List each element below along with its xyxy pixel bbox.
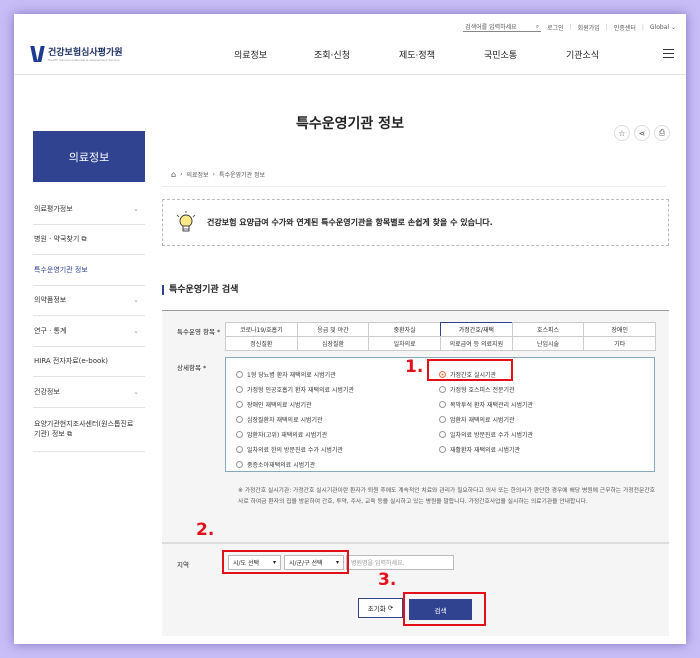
sidebar-title: 의료정보 <box>33 131 145 182</box>
cert-link[interactable]: 인증센터 <box>614 23 636 32</box>
home-icon[interactable]: ⌂ <box>171 170 176 179</box>
info-note: ※ 가정간호 실시기관: 가정간호 실시기관이란 환자가 퇴원 후에도 계속적인… <box>238 488 655 505</box>
sidebar-item-health-info[interactable]: 건강정보 ⌄ <box>33 377 145 408</box>
browser-frame: 검색어를 입력하세요 ⌕ 로그인 | 회원가입 | 인증센터 | Global ⌄ 건… <box>14 14 686 644</box>
print-icon[interactable]: ⎙ <box>654 125 670 141</box>
header-divider <box>14 74 686 75</box>
region-row <box>162 542 669 544</box>
type-tab-selected[interactable]: 가정간호/재택 <box>440 322 513 337</box>
detail-radio[interactable]: 심장질환자 재택의료 시범기관 <box>236 415 323 424</box>
detail-radio[interactable]: 암환자(고위) 재택의료 시범기관 <box>236 430 327 439</box>
detail-radio[interactable]: 암환자 재택의료 시범기관 <box>439 415 515 424</box>
highlight-box-1 <box>427 359 513 381</box>
region-label: 지역 <box>177 561 189 569</box>
lightbulb-icon <box>176 210 196 231</box>
breadcrumb: ⌂ › 의료정보 › 특수운영기관 정보 <box>171 170 266 179</box>
hospital-name-input[interactable]: 병원명을 입력하세요. <box>346 555 454 570</box>
refresh-icon: ⟳ <box>387 604 394 612</box>
type-tab[interactable]: 기타 <box>583 336 657 351</box>
annotation-number-3: 3. <box>378 570 397 590</box>
breadcrumb-current: 특수운영기관 정보 <box>218 172 266 179</box>
page-tools: ☆ ⋖ ⎙ <box>614 125 670 141</box>
page-title: 특수운영기관 정보 <box>296 116 404 132</box>
chevron-down-icon: ⌄ <box>133 296 139 305</box>
type-grid: 코로나19/호흡기 응급 및 야간 중환자실 가정간호/재택 호스피스 장애인 … <box>225 322 657 351</box>
sidebar-item-onestop[interactable]: 요양기관현지조사센터(원스톱진료기관) 정보 ⧉ <box>33 408 145 452</box>
chevron-down-icon: ⌄ <box>133 204 139 213</box>
signup-link[interactable]: 회원가입 <box>578 23 600 32</box>
type-tab[interactable]: 코로나19/호흡기 <box>225 322 298 337</box>
detail-radio[interactable]: 일차의료 한의 방문진료 수가 시범기관 <box>236 445 343 454</box>
type-tab[interactable]: 일차의료 <box>368 336 442 351</box>
highlight-box-2 <box>222 550 349 574</box>
search-icon[interactable]: ⌕ <box>536 23 539 31</box>
login-link[interactable]: 로그인 <box>547 23 564 32</box>
info-text: 건강보험 요양급여 수가와 연계된 특수운영기관을 항목별로 손쉽게 찾을 수 … <box>207 218 493 227</box>
top-search[interactable]: 검색어를 입력하세요 ⌕ <box>463 22 542 32</box>
sidebar-item-special-institution[interactable]: 특수운영기관 정보 <box>33 255 145 286</box>
type-label: 특수운영 항목 * <box>177 328 221 336</box>
chevron-down-icon: ⌄ <box>133 387 139 396</box>
sidebar-item-ebook[interactable]: HIRA 전자자료(e-book) <box>33 347 145 377</box>
detail-radio[interactable]: 복막투석 환자 재택관리 시범기관 <box>439 400 533 409</box>
detail-radio[interactable]: 중증소아재택의료 시범기관 <box>236 460 315 469</box>
annotation-number-2: 2. <box>196 520 215 540</box>
sidebar-item-research[interactable]: 연구 · 통계 ⌄ <box>33 316 145 347</box>
share-icon[interactable]: ⋖ <box>634 125 650 141</box>
detail-radio[interactable]: 1형 당뇨병 환자 재택의료 시범기관 <box>236 370 336 379</box>
global-link[interactable]: Global ⌄ <box>650 24 676 31</box>
sidebar-item-drug-info[interactable]: 의약품정보 ⌄ <box>33 286 145 316</box>
detail-radio[interactable]: 일차의료 방문진료 수가 시범기관 <box>439 430 533 439</box>
type-tab[interactable]: 중환자실 <box>368 322 442 337</box>
sidebar: 의료평가정보 ⌄ 병원 · 약국찾기 ⧉ 특수운영기관 정보 의약품정보 ⌄ 연구 … <box>33 194 145 452</box>
sidebar-item-hospital-search[interactable]: 병원 · 약국찾기 ⧉ <box>33 225 145 255</box>
detail-label: 상세항목 * <box>177 364 207 372</box>
hamburger-menu-icon[interactable] <box>663 49 674 58</box>
detail-radio[interactable]: 재활환자 재택의료 시범기관 <box>439 445 520 454</box>
sidebar-item-evaluation[interactable]: 의료평가정보 ⌄ <box>33 194 145 225</box>
type-tab[interactable]: 응급 및 야간 <box>296 322 370 337</box>
type-tab[interactable]: 장애인 <box>583 322 657 337</box>
nav-communication[interactable]: 국민소통 <box>484 48 517 61</box>
breadcrumb-item[interactable]: 의료정보 <box>186 170 208 179</box>
main-nav: 의료정보 조회·신청 제도·정책 국민소통 기관소식 <box>14 48 686 62</box>
detail-radio[interactable]: 장애인 재택의료 시범기관 <box>236 400 312 409</box>
nav-news[interactable]: 기관소식 <box>566 48 599 61</box>
type-tab[interactable]: 호스피스 <box>511 322 585 337</box>
nav-inquiry[interactable]: 조회·신청 <box>314 48 350 61</box>
nav-policy[interactable]: 제도·정책 <box>399 48 435 61</box>
reset-button[interactable]: 초기화 ⟳ <box>358 598 403 618</box>
detail-radio[interactable]: 가정형 인공호흡기 환자 재택의료 시범기관 <box>236 385 354 394</box>
type-tab[interactable]: 심장질환 <box>296 336 370 351</box>
detail-radio[interactable]: 가정형 호스피스 전문기관 <box>439 385 515 394</box>
type-tab[interactable]: 정신질환 <box>225 336 298 351</box>
star-icon[interactable]: ☆ <box>614 125 630 141</box>
top-search-placeholder: 검색어를 입력하세요 <box>465 24 517 31</box>
nav-medical-info[interactable]: 의료정보 <box>234 48 267 61</box>
highlight-box-3 <box>403 592 486 626</box>
annotation-number-1: 1. <box>405 357 424 377</box>
type-tab[interactable]: 난임시술 <box>511 336 585 351</box>
section-title: 특수운영기관 검색 <box>162 285 238 295</box>
type-tab[interactable]: 의료급여 등 의료지원 <box>440 336 513 351</box>
utility-bar: 검색어를 입력하세요 ⌕ 로그인 | 회원가입 | 인증센터 | Global ⌄ <box>463 22 676 32</box>
chevron-down-icon: ⌄ <box>133 326 139 335</box>
info-box: 건강보험 요양급여 수가와 연계된 특수운영기관을 항목별로 손쉽게 찾을 수 … <box>162 199 669 246</box>
breadcrumb-divider <box>162 186 666 187</box>
